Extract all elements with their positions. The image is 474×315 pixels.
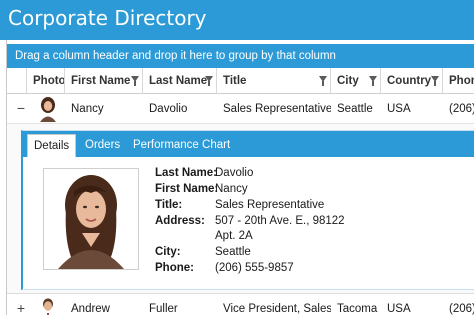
cell-city: Tacoma bbox=[337, 303, 378, 315]
header-first-name-label: First Name bbox=[71, 75, 131, 87]
header-city[interactable]: City bbox=[331, 68, 381, 94]
cell-city: Seattle bbox=[337, 103, 373, 115]
detail-label: Last Name: bbox=[155, 167, 217, 179]
cell-last-name: Fuller bbox=[149, 303, 178, 315]
detail-value: Seattle bbox=[215, 246, 251, 258]
cell-phone: (206) 5 bbox=[449, 303, 474, 315]
grid-header: Photo First Name Last Name Title City Co… bbox=[7, 68, 474, 94]
cell-country: USA bbox=[387, 103, 411, 115]
filter-icon[interactable] bbox=[319, 76, 327, 86]
detail-address-line2: Apt. 2A bbox=[155, 230, 253, 242]
employee-photo bbox=[37, 96, 59, 122]
details-panel: Details Orders Performance Chart Last Na… bbox=[21, 130, 474, 290]
header-first-name[interactable]: First Name bbox=[65, 68, 143, 94]
app-title: Corporate Directory bbox=[8, 6, 207, 30]
detail-label: Title: bbox=[155, 199, 183, 211]
header-toggle-column bbox=[7, 68, 27, 94]
group-panel[interactable]: Drag a column header and drop it here to… bbox=[7, 44, 474, 68]
detail-value: (206) 555-9857 bbox=[215, 262, 294, 274]
details-tab-strip: Details Orders Performance Chart bbox=[23, 131, 474, 157]
cell-country: USA bbox=[387, 303, 411, 315]
cell-phone: (206) 5 bbox=[449, 103, 474, 115]
table-row[interactable]: + Andrew Fuller Vice President, Sales Ta… bbox=[7, 294, 474, 315]
filter-icon[interactable] bbox=[131, 76, 139, 86]
detail-label: Address: bbox=[155, 215, 205, 227]
header-city-label: City bbox=[337, 75, 359, 87]
employee-photo bbox=[37, 296, 59, 315]
header-last-name-label: Last Name bbox=[149, 75, 208, 87]
tab-orders[interactable]: Orders bbox=[79, 134, 126, 157]
cell-last-name: Davolio bbox=[149, 103, 188, 115]
table-row[interactable]: − Nancy Davolio Sales Representative Sea… bbox=[7, 94, 474, 124]
detail-value: 507 - 20th Ave. E., 98122 bbox=[215, 215, 345, 227]
filter-icon[interactable] bbox=[369, 76, 377, 86]
cell-title: Sales Representative bbox=[223, 103, 331, 115]
app-title-bar: Corporate Directory bbox=[0, 0, 474, 40]
detail-last-name: Last Name: Davolio bbox=[155, 167, 253, 179]
detail-value: Sales Representative bbox=[215, 199, 325, 211]
detail-city: City: Seattle bbox=[155, 246, 251, 258]
employee-portrait bbox=[44, 169, 138, 269]
employee-grid: Drag a column header and drop it here to… bbox=[6, 40, 474, 315]
detail-address: Address: 507 - 20th Ave. E., 98122 bbox=[155, 215, 345, 227]
detail-first-name: First Name: Nancy bbox=[155, 183, 248, 195]
detail-title: Title: Sales Representative bbox=[155, 199, 324, 211]
header-last-name[interactable]: Last Name bbox=[143, 68, 217, 94]
header-photo-label: Photo bbox=[33, 75, 65, 87]
detail-label: First Name: bbox=[155, 183, 219, 195]
tab-performance-chart[interactable]: Performance Chart bbox=[127, 134, 236, 157]
filter-icon[interactable] bbox=[205, 76, 213, 86]
filter-icon[interactable] bbox=[431, 76, 439, 86]
cell-first-name: Nancy bbox=[71, 103, 104, 115]
header-phone[interactable]: Phone bbox=[443, 68, 474, 94]
collapse-icon[interactable]: − bbox=[15, 101, 27, 115]
detail-label: Phone: bbox=[155, 262, 194, 274]
header-photo[interactable]: Photo bbox=[27, 68, 65, 94]
detail-label: City: bbox=[155, 246, 181, 258]
header-title[interactable]: Title bbox=[217, 68, 331, 94]
tab-details[interactable]: Details bbox=[27, 134, 77, 157]
cell-first-name: Andrew bbox=[71, 303, 110, 315]
row-details-area: Details Orders Performance Chart Last Na… bbox=[7, 124, 474, 294]
group-panel-text: Drag a column header and drop it here to… bbox=[15, 50, 336, 62]
header-country-label: Country bbox=[387, 75, 432, 87]
detail-value: Nancy bbox=[215, 183, 248, 195]
expand-icon[interactable]: + bbox=[15, 301, 27, 315]
detail-phone: Phone: (206) 555-9857 bbox=[155, 262, 294, 274]
header-title-label: Title bbox=[223, 75, 247, 87]
cell-title: Vice President, Sales bbox=[223, 303, 331, 315]
header-phone-label: Phone bbox=[449, 75, 474, 87]
detail-value: Apt. 2A bbox=[215, 230, 253, 242]
employee-photo-large bbox=[43, 168, 139, 270]
header-country[interactable]: Country bbox=[381, 68, 443, 94]
detail-value: Davolio bbox=[215, 167, 254, 179]
